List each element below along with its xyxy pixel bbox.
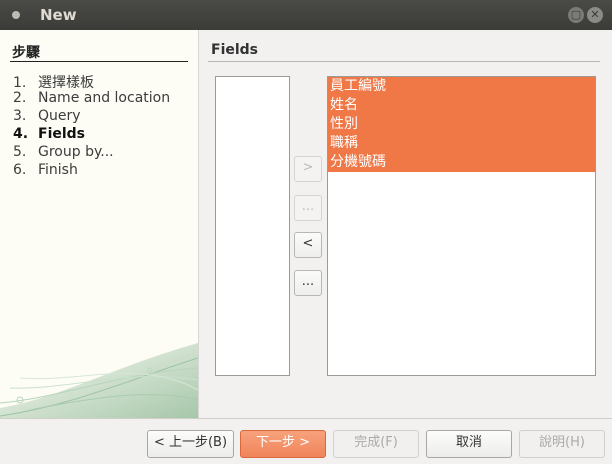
help-button[interactable]: 說明(H) <box>519 430 605 458</box>
next-button[interactable]: 下一步 > <box>240 430 326 458</box>
cancel-button[interactable]: 取消 <box>426 430 512 458</box>
window-title: New <box>40 6 77 24</box>
step-select-template[interactable]: 1. 選擇樣板 <box>13 72 94 92</box>
remove-all-fields-button[interactable]: ... <box>294 270 322 296</box>
sidebar-divider <box>198 30 199 418</box>
steps-title: 步驟 <box>12 45 40 61</box>
add-all-fields-button[interactable]: ... <box>294 195 322 221</box>
step-label: Query <box>38 108 81 124</box>
step-finish[interactable]: 6. Finish <box>13 162 78 178</box>
step-fields[interactable]: 4. Fields <box>13 126 85 142</box>
step-number: 1. <box>13 75 27 91</box>
step-number: 3. <box>13 108 27 124</box>
remove-field-button[interactable]: < <box>294 232 322 258</box>
back-button[interactable]: < 上一步(B) <box>147 430 234 458</box>
step-number: 2. <box>13 90 27 106</box>
steps-divider <box>10 61 188 62</box>
step-number: 6. <box>13 162 27 178</box>
finish-button[interactable]: 完成(F) <box>333 430 419 458</box>
list-item[interactable]: 分機號碼 <box>328 153 595 172</box>
steps-sidebar: 步驟 1. 選擇樣板 2. Name and location 3. Query 4.… <box>0 30 198 418</box>
step-label: Group by... <box>38 144 114 160</box>
add-field-button[interactable]: > <box>294 156 322 182</box>
selected-fields-list[interactable]: 員工編號 姓名 性別 職稱 分機號碼 <box>327 76 596 376</box>
title-bar: New ▢ ✕ <box>0 0 612 30</box>
restore-icon[interactable]: ▢ <box>568 7 584 23</box>
step-number: 5. <box>13 144 27 160</box>
list-item[interactable]: 性別 <box>328 115 595 134</box>
step-group-by[interactable]: 5. Group by... <box>13 144 114 160</box>
step-label: Finish <box>38 162 78 178</box>
list-item[interactable]: 職稱 <box>328 134 595 153</box>
step-label: Name and location <box>38 90 171 106</box>
step-number: 4. <box>13 126 29 142</box>
step-label: 選擇樣板 <box>38 75 94 91</box>
step-query[interactable]: 3. Query <box>13 108 81 124</box>
list-item[interactable]: 員工編號 <box>328 77 595 96</box>
available-fields-list[interactable] <box>215 76 290 376</box>
step-name-location[interactable]: 2. Name and location <box>13 90 170 106</box>
step-label: Fields <box>38 126 86 142</box>
footer-divider <box>0 418 612 419</box>
close-icon[interactable]: ✕ <box>587 7 603 23</box>
title-divider <box>208 61 600 62</box>
page-title: Fields <box>211 42 259 58</box>
window-menu-icon[interactable] <box>12 11 20 19</box>
list-item[interactable]: 姓名 <box>328 96 595 115</box>
decorative-swoosh-graphic <box>0 343 198 418</box>
